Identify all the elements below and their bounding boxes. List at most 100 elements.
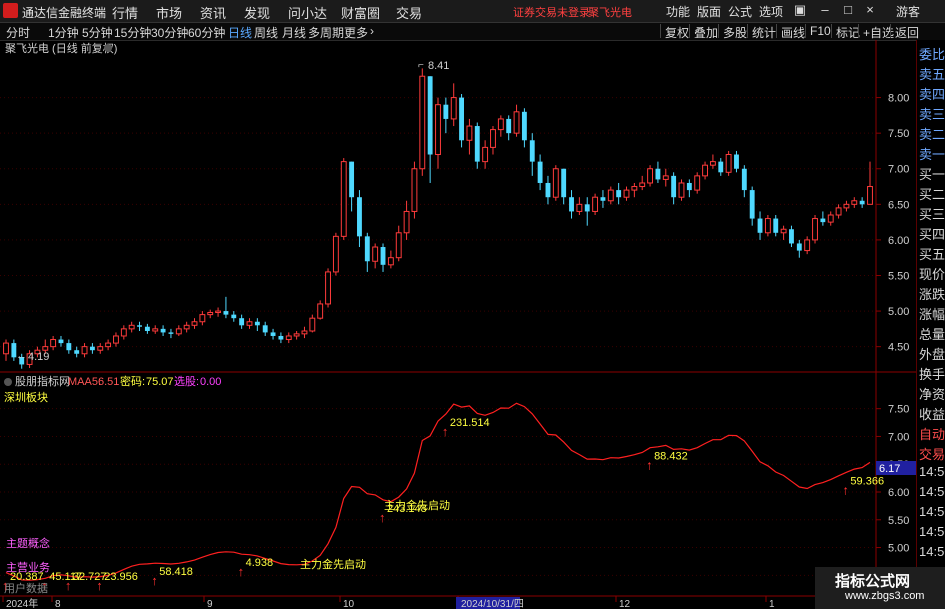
candle-body bbox=[851, 200, 858, 205]
right-panel-label: 卖三 bbox=[919, 107, 945, 122]
trade-login-warning[interactable]: 证券交易未登录 bbox=[513, 4, 590, 20]
signal-arrow-icon: ↑ bbox=[379, 510, 386, 525]
candle-body bbox=[827, 214, 834, 223]
btn-zixuan[interactable]: +自选 bbox=[858, 24, 894, 40]
right-panel-label: 卖一 bbox=[919, 147, 945, 162]
period-week[interactable]: 周线 bbox=[254, 24, 278, 41]
btn-huaxian[interactable]: 画线 bbox=[776, 24, 805, 40]
menu-wenxiaoda[interactable]: 问小达 bbox=[288, 3, 327, 22]
signal-arrow-icon: ↑ bbox=[65, 578, 72, 593]
btn-duogu[interactable]: 多股 bbox=[718, 24, 747, 40]
app-logo-icon bbox=[3, 3, 18, 18]
candle-body bbox=[270, 332, 276, 336]
tool-xuanxiang[interactable]: 选项 bbox=[759, 3, 783, 20]
signal-value: 59.366 bbox=[850, 475, 884, 487]
right-panel-label: 涨幅 bbox=[919, 307, 945, 322]
indicator-settings-icon[interactable] bbox=[4, 378, 12, 386]
y-tick-label: 6.00 bbox=[888, 235, 909, 247]
candle-body bbox=[773, 218, 779, 233]
guest-label[interactable]: 游客 bbox=[896, 3, 920, 20]
candle-body bbox=[120, 328, 127, 337]
candle-body bbox=[474, 126, 480, 162]
menu-jiaoyi[interactable]: 交易 bbox=[396, 3, 422, 22]
period-multi[interactable]: 多周期 bbox=[308, 24, 344, 41]
candle-body bbox=[128, 324, 135, 330]
candle-body bbox=[490, 129, 496, 148]
btn-tongji[interactable]: 统计 bbox=[747, 24, 776, 40]
y-tick-label: 7.50 bbox=[888, 128, 909, 140]
btn-fuquan[interactable]: 复权 bbox=[660, 24, 689, 40]
candle-body bbox=[325, 271, 331, 305]
candle-body bbox=[671, 175, 677, 198]
title-stock-name: 聚飞光电 bbox=[588, 7, 632, 19]
period-month[interactable]: 月线 bbox=[282, 24, 306, 41]
candle-body bbox=[741, 168, 747, 191]
menu-faxian[interactable]: 发现 bbox=[244, 3, 270, 22]
btn-biaoji[interactable]: 标记 bbox=[831, 24, 860, 40]
period-fenshi[interactable]: 分时 bbox=[6, 24, 30, 41]
y-tick-label: 8.00 bbox=[888, 93, 909, 105]
right-panel-label: 总量 bbox=[919, 327, 945, 342]
candle-body bbox=[427, 76, 433, 155]
btn-diejia[interactable]: 叠加 bbox=[689, 24, 718, 40]
candle-body bbox=[623, 189, 630, 198]
btn-fanhui[interactable]: 返回 bbox=[890, 24, 919, 40]
candle-body bbox=[600, 197, 606, 201]
candle-body bbox=[662, 175, 669, 180]
period-30min[interactable]: 30分钟 bbox=[151, 24, 188, 41]
right-panel-label: 卖四 bbox=[919, 87, 945, 102]
candle-body bbox=[183, 324, 190, 330]
period-15min[interactable]: 15分钟 bbox=[114, 24, 151, 41]
candle-body bbox=[349, 161, 355, 198]
candle-body bbox=[168, 332, 174, 334]
candle-body bbox=[223, 311, 229, 315]
candle-body bbox=[144, 326, 150, 331]
tool-gongneng[interactable]: 功能 bbox=[666, 3, 690, 20]
menu-shichang[interactable]: 市场 bbox=[156, 3, 182, 22]
period-1min[interactable]: 1分钟 bbox=[48, 24, 79, 41]
low-price-label: 4.19 bbox=[28, 351, 49, 363]
period-5min[interactable]: 5分钟 bbox=[82, 24, 113, 41]
candle-body bbox=[372, 246, 379, 262]
y-tick-label: 5.00 bbox=[888, 306, 909, 318]
candle-body bbox=[293, 333, 300, 337]
right-panel-label: 14:56 bbox=[919, 504, 945, 519]
tool-gongshi[interactable]: 公式 bbox=[728, 3, 752, 20]
skin-icon[interactable]: ▣ bbox=[790, 2, 810, 18]
board-label: 深圳板块 bbox=[4, 390, 48, 404]
start-signal-2: 主力金先启动 bbox=[300, 557, 366, 571]
chart-settings-icon[interactable] bbox=[104, 44, 112, 52]
menu-caifuquan[interactable]: 财富圈 bbox=[341, 3, 380, 22]
y-tick-label: 4.50 bbox=[888, 342, 909, 354]
candle-body bbox=[513, 111, 520, 134]
chevron-right-icon[interactable]: › bbox=[370, 24, 374, 38]
candle-body bbox=[419, 75, 426, 170]
candle-body bbox=[592, 196, 599, 212]
y-tick-label: 6.50 bbox=[888, 199, 909, 211]
chart-area[interactable]: 8.00 7.50 7.00 6.50 6.00 5.50 5.00 4.50 7.50 7.0… bbox=[0, 40, 916, 609]
x-tick-label: 2024年 bbox=[6, 597, 38, 609]
menu-hangqing[interactable]: 行情 bbox=[112, 3, 138, 22]
candle-body bbox=[3, 342, 9, 355]
current-value: 6.17 bbox=[879, 463, 900, 475]
code-label: 密码: bbox=[120, 374, 145, 388]
candle-body bbox=[113, 335, 119, 344]
candle-body bbox=[757, 218, 763, 233]
period-60min[interactable]: 60分钟 bbox=[188, 24, 225, 41]
tool-banmian[interactable]: 版面 bbox=[697, 3, 721, 20]
btn-f10[interactable]: F10 bbox=[805, 24, 831, 38]
candle-body bbox=[74, 350, 80, 354]
period-day[interactable]: 日线 bbox=[228, 24, 252, 41]
candle-body bbox=[254, 321, 260, 326]
maximize-icon[interactable]: □ bbox=[838, 2, 858, 18]
candle-body bbox=[152, 328, 159, 332]
candle-body bbox=[812, 218, 818, 241]
menu-zixun[interactable]: 资讯 bbox=[200, 3, 226, 22]
candle-body bbox=[569, 197, 574, 212]
candle-body bbox=[239, 318, 245, 326]
x-tick-label: 10 bbox=[343, 599, 355, 609]
close-icon[interactable]: × bbox=[860, 2, 880, 18]
candle-body bbox=[89, 346, 95, 351]
minimize-icon[interactable]: – bbox=[815, 2, 835, 18]
period-more[interactable]: 更多 bbox=[344, 24, 368, 41]
